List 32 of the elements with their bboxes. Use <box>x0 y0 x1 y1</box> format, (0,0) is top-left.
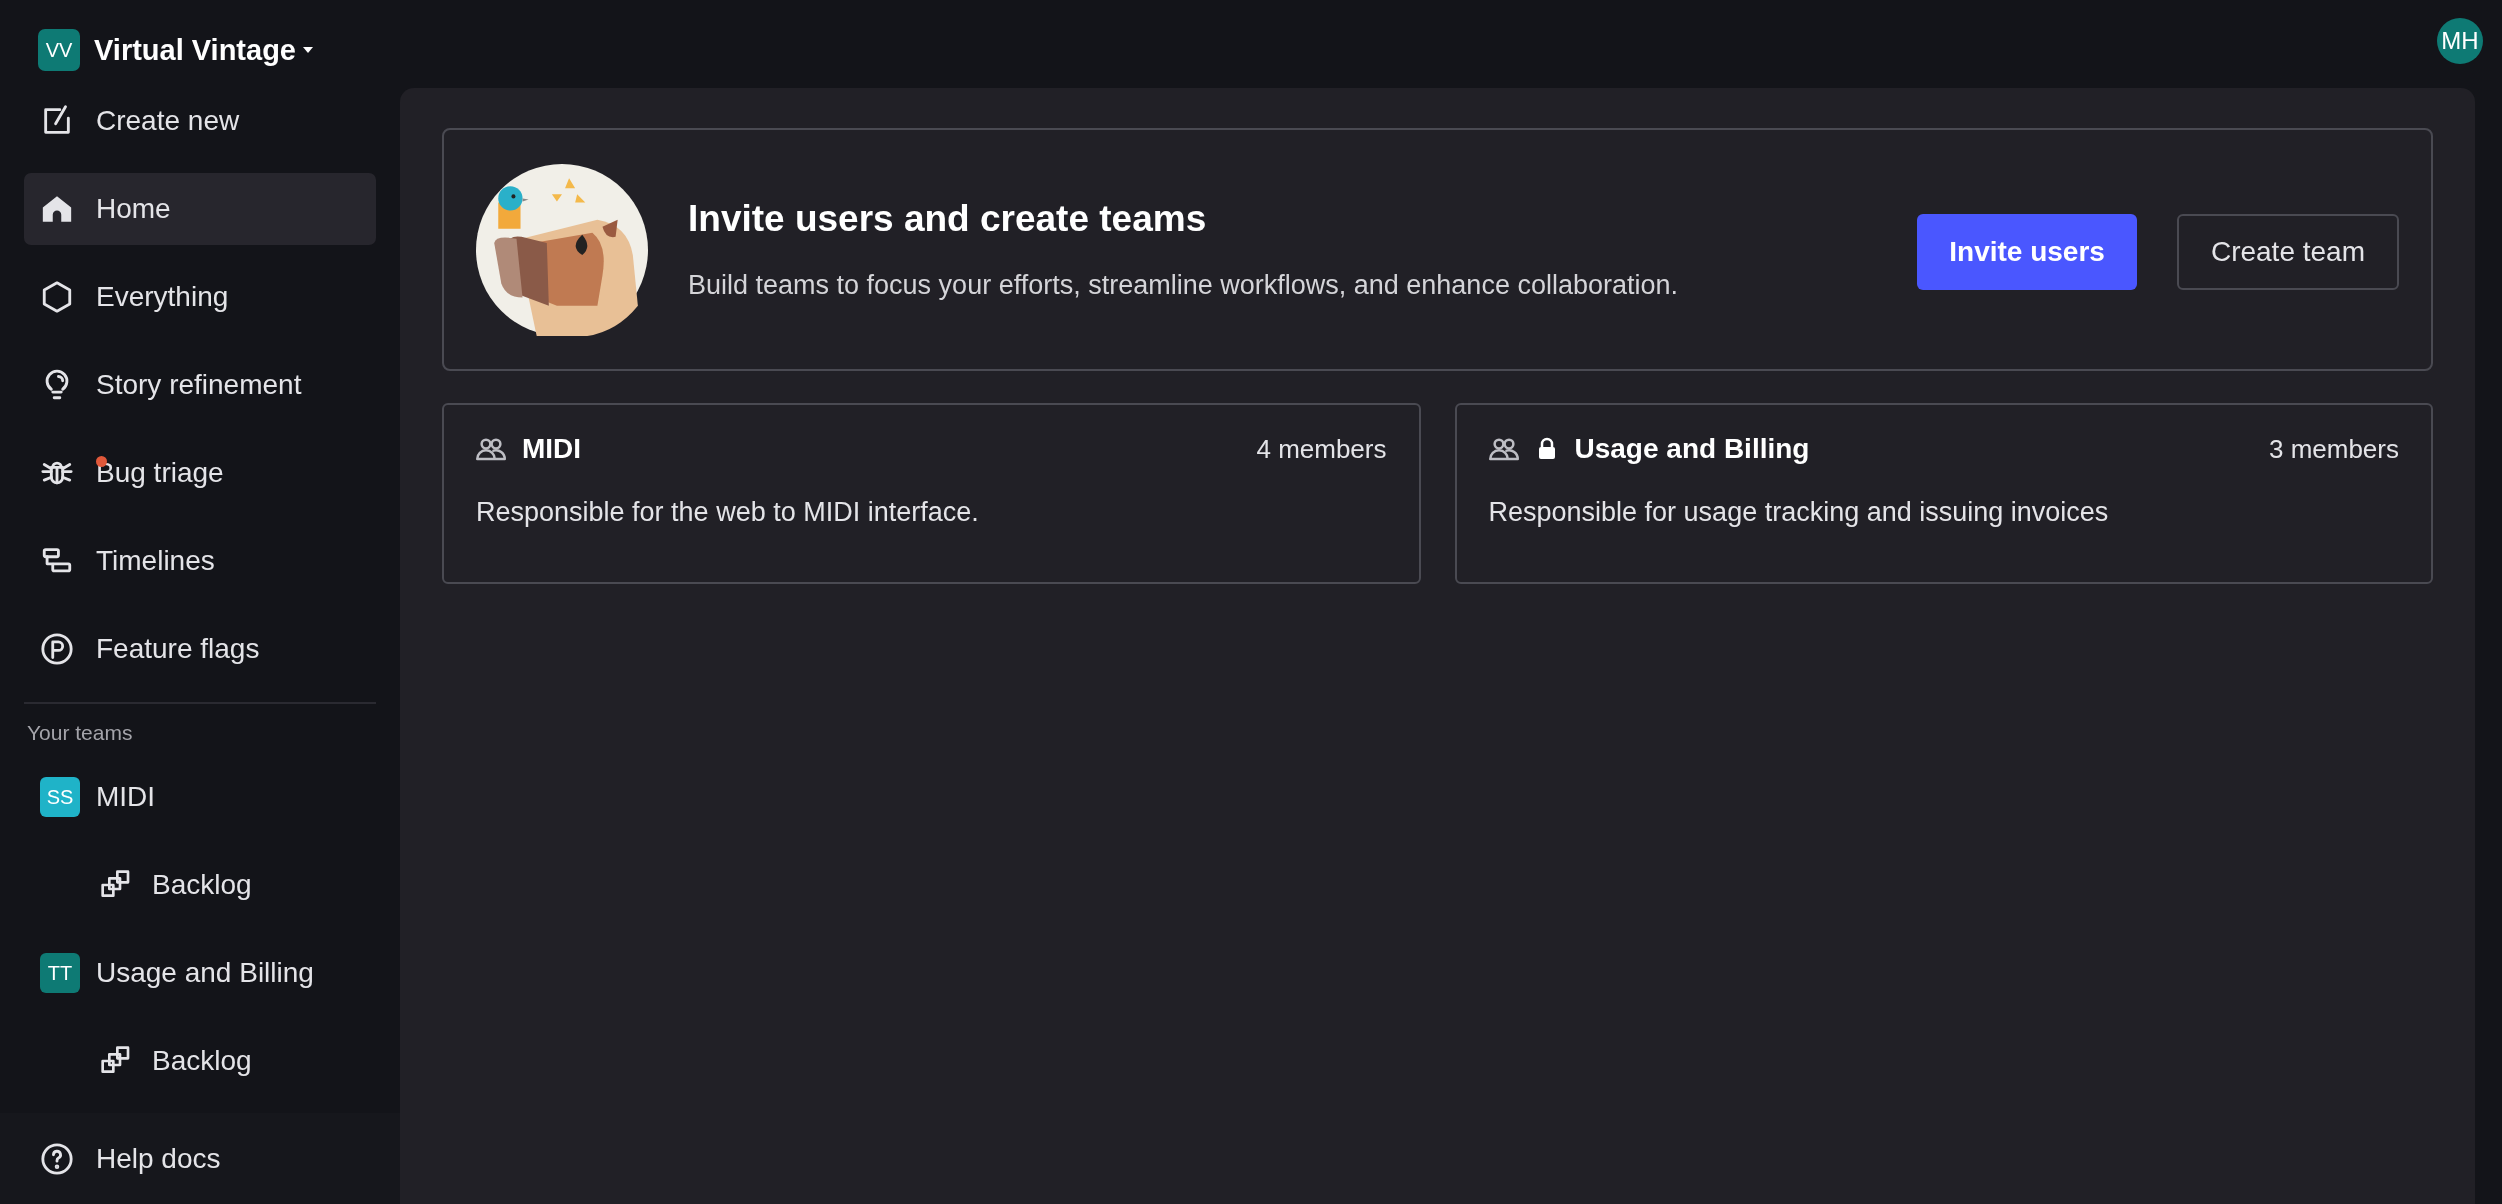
nav-item[interactable]: Home <box>24 173 376 245</box>
nav-item[interactable]: Everything <box>24 261 376 333</box>
banner-description: Build teams to focus your efforts, streamline workflows, and enhance collaboration. <box>688 270 1679 301</box>
team-name: Usage and Billing <box>1574 433 1811 465</box>
workspace-switcher[interactable]: Virtual Vintage <box>94 33 314 67</box>
nav-item[interactable]: Story refinement <box>24 349 376 421</box>
team-avatar: SS <box>40 777 80 817</box>
team-avatar: TT <box>40 953 80 993</box>
nav-item[interactable]: Timelines <box>24 525 376 597</box>
banner-title: Invite users and create teams <box>688 198 1208 240</box>
backlog-item[interactable]: Backlog <box>24 1025 376 1097</box>
nav-item[interactable]: Feature flags <box>24 613 376 685</box>
caret-icon <box>302 46 314 54</box>
nav-item[interactable]: Create new <box>24 85 376 157</box>
help-docs-link[interactable]: Help docs <box>24 1123 221 1195</box>
help-icon <box>40 1142 74 1176</box>
workspace-avatar: VV <box>38 29 80 71</box>
team-description: Responsible for the web to MIDI interface. <box>476 497 980 528</box>
team-name: MIDI <box>522 433 583 465</box>
team-item[interactable]: TT Usage and Billing <box>24 937 376 1009</box>
team-card[interactable]: MIDI 4 members Responsible for the web to MIDI interface. <box>442 403 1421 584</box>
backlog-item[interactable]: Backlog <box>24 849 376 921</box>
member-count: 4 members <box>1256 433 1387 465</box>
invite-users-button[interactable]: Invite users <box>1917 213 2137 290</box>
create-team-button[interactable]: Create team <box>2176 213 2399 290</box>
hexagon-icon <box>40 280 74 314</box>
team-description: Responsible for usage tracking and issuing invoices <box>1488 497 2110 528</box>
team-card[interactable]: Usage and Billing 3 members Responsible for usage tracking and issuing invoices <box>1454 403 2433 584</box>
user-avatar[interactable]: MH <box>2437 18 2483 64</box>
section-label: Your teams <box>26 721 134 745</box>
member-count: 3 members <box>2268 433 2399 465</box>
team-item[interactable]: SS MIDI <box>24 761 376 833</box>
